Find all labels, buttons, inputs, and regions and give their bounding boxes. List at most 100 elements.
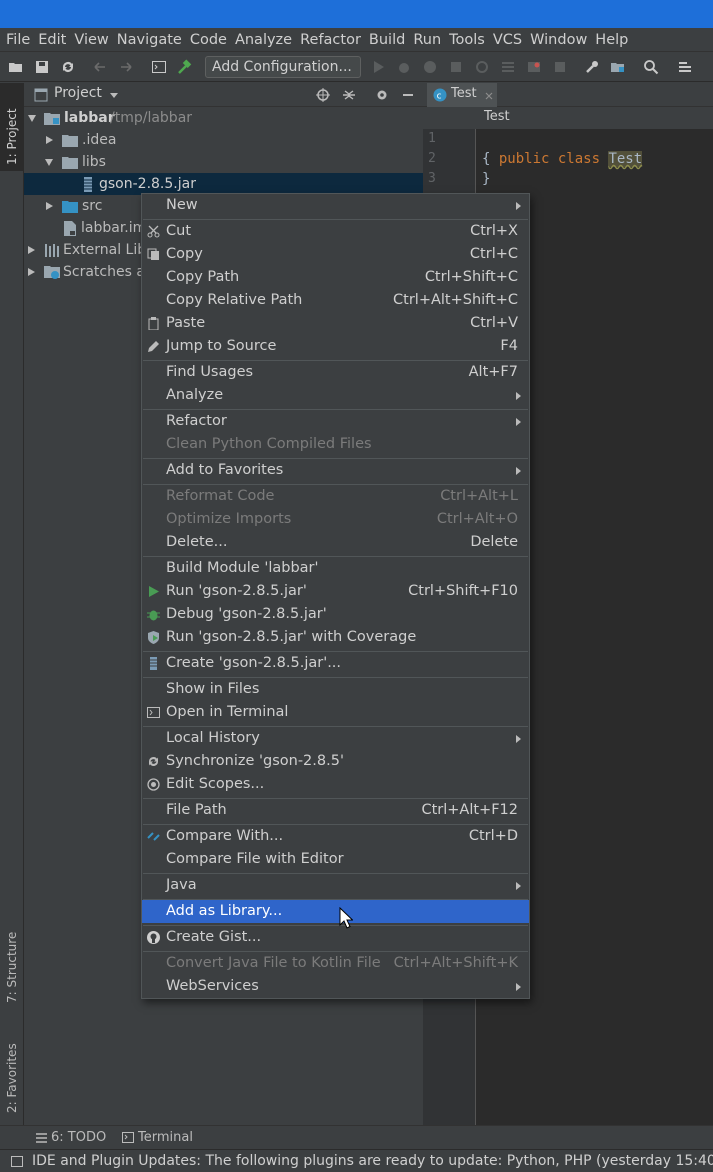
line-number: 2 <box>428 151 436 166</box>
menu-item-open-in-terminal[interactable]: Open in Terminal <box>142 701 529 724</box>
project-panel-header: Project <box>24 83 423 107</box>
collapsed-arrow-icon[interactable] <box>28 246 35 254</box>
sync-icon <box>149 757 158 766</box>
search-icon[interactable] <box>643 59 659 75</box>
stop-icon[interactable] <box>552 59 568 75</box>
build-hammer-icon[interactable] <box>177 59 193 75</box>
menu-window[interactable]: Window <box>526 28 591 52</box>
debug-icon[interactable] <box>396 59 412 75</box>
menu-item-debug[interactable]: Debug 'gson-2.8.5.jar' <box>142 603 529 626</box>
editor-tab-test[interactable]: c Test <box>427 83 497 107</box>
menu-file[interactable]: File <box>2 28 34 52</box>
project-tool-tab[interactable]: 1: Project <box>0 83 24 171</box>
menu-item-webservices[interactable]: WebServices <box>142 975 529 998</box>
menu-item-java[interactable]: Java <box>142 874 529 897</box>
menu-item-jump-to-source[interactable]: Jump to Source F4 <box>142 335 529 358</box>
toggle-tool-windows-icon[interactable] <box>11 1156 23 1167</box>
menu-item-copy[interactable]: Copy Ctrl+C <box>142 243 529 266</box>
menu-help[interactable]: Help <box>591 28 632 52</box>
close-icon[interactable] <box>485 92 493 100</box>
clipboard-icon <box>148 317 159 330</box>
locate-target-icon[interactable] <box>316 88 330 102</box>
menu-item-new[interactable]: New <box>142 194 529 217</box>
chevron-down-icon[interactable] <box>110 93 118 98</box>
forward-icon[interactable] <box>118 59 134 75</box>
menu-item-compare-file-with-editor[interactable]: Compare File with Editor <box>142 848 529 871</box>
terminal-tool-tab[interactable]: Terminal <box>138 1130 193 1145</box>
menu-item-analyze[interactable]: Analyze <box>142 384 529 407</box>
project-panel-title[interactable]: Project <box>54 85 102 101</box>
menu-item-paste[interactable]: Paste Ctrl+V <box>142 312 529 335</box>
open-folder-icon[interactable] <box>8 59 24 75</box>
run-icon[interactable] <box>370 59 386 75</box>
tree-item-labbar[interactable]: labbar /tmp/labbar <box>24 107 423 129</box>
settings-wrench-icon[interactable] <box>584 59 600 75</box>
menu-tools[interactable]: Tools <box>445 28 489 52</box>
profile-icon[interactable] <box>448 59 464 75</box>
expanded-arrow-icon[interactable] <box>28 115 36 122</box>
gear-icon[interactable] <box>375 88 389 102</box>
menu-item-refactor[interactable]: Refactor <box>142 410 529 433</box>
menu-item-edit-scopes[interactable]: Edit Scopes... <box>142 773 529 796</box>
collapsed-arrow-icon[interactable] <box>28 268 35 276</box>
run-icon <box>149 586 159 597</box>
menu-item-run-with-coverage[interactable]: Run 'gson-2.8.5.jar' with Coverage <box>142 626 529 649</box>
coverage-icon[interactable] <box>422 59 438 75</box>
todo-tool-tab[interactable]: 6: TODO <box>51 1130 106 1145</box>
window-title-bar <box>0 0 713 28</box>
menu-item-delete[interactable]: Delete... Delete <box>142 531 529 554</box>
menu-item-file-path[interactable]: File Path Ctrl+Alt+F12 <box>142 799 529 822</box>
menu-item-build-module[interactable]: Build Module 'labbar' <box>142 557 529 580</box>
menu-code[interactable]: Code <box>186 28 231 52</box>
code-line-1[interactable]: public class Test <box>482 129 643 169</box>
tree-item-idea[interactable]: .idea <box>24 129 423 151</box>
collapsed-arrow-icon[interactable] <box>46 202 53 210</box>
menu-item-local-history[interactable]: Local History <box>142 727 529 750</box>
menu-item-find-usages[interactable]: Find Usages Alt+F7 <box>142 361 529 384</box>
project-view-icon <box>34 88 48 102</box>
structure-tool-tab[interactable]: 7: Structure <box>0 915 24 1005</box>
menu-navigate[interactable]: Navigate <box>113 28 186 52</box>
folder-icon <box>62 135 78 147</box>
collapsed-arrow-icon[interactable] <box>46 136 53 144</box>
sync-icon[interactable] <box>60 59 76 75</box>
java-class-icon: c <box>433 88 447 102</box>
menu-item-add-to-favorites[interactable]: Add to Favorites <box>142 459 529 482</box>
concurrency-icon[interactable] <box>500 59 516 75</box>
event-log-icon[interactable] <box>677 59 693 75</box>
attach-icon[interactable] <box>474 59 490 75</box>
rerun-icon[interactable] <box>526 59 542 75</box>
terminal-window-icon[interactable] <box>151 59 167 75</box>
menu-item-compare-with[interactable]: Compare With... Ctrl+D <box>142 825 529 848</box>
project-structure-icon[interactable] <box>610 59 626 75</box>
add-configuration-button[interactable]: Add Configuration... <box>205 56 361 78</box>
back-icon[interactable] <box>92 59 108 75</box>
collapse-all-icon[interactable] <box>342 88 356 102</box>
menu-refactor[interactable]: Refactor <box>296 28 365 52</box>
tree-item-libs[interactable]: libs <box>24 151 423 173</box>
menu-vcs[interactable]: VCS <box>489 28 526 52</box>
menu-build[interactable]: Build <box>365 28 409 52</box>
menu-analyze[interactable]: Analyze <box>231 28 296 52</box>
minimize-icon[interactable] <box>401 88 415 102</box>
menu-item-create-configuration[interactable]: Create 'gson-2.8.5.jar'... <box>142 652 529 675</box>
menu-item-copy-relative-path[interactable]: Copy Relative Path Ctrl+Alt+Shift+C <box>142 289 529 312</box>
status-message[interactable]: IDE and Plugin Updates: The following pl… <box>32 1150 713 1172</box>
menu-item-add-as-library[interactable]: Add as Library... <box>142 900 529 923</box>
menu-item-cut[interactable]: Cut Ctrl+X <box>142 220 529 243</box>
save-icon[interactable] <box>34 59 50 75</box>
favorites-tool-tab[interactable]: 2: Favorites <box>0 1023 24 1113</box>
menu-item-copy-path[interactable]: Copy Path Ctrl+Shift+C <box>142 266 529 289</box>
menu-item-synchronize[interactable]: Synchronize 'gson-2.8.5' <box>142 750 529 773</box>
menu-run[interactable]: Run <box>409 28 445 52</box>
menu-edit[interactable]: Edit <box>34 28 70 52</box>
tree-item-gson-jar[interactable]: gson-2.8.5.jar <box>24 173 423 195</box>
menu-item-run[interactable]: Run 'gson-2.8.5.jar' Ctrl+Shift+F10 <box>142 580 529 603</box>
menu-view[interactable]: View <box>70 28 112 52</box>
menu-item-show-in-files[interactable]: Show in Files <box>142 678 529 701</box>
context-menu: New Cut Ctrl+X Copy Ctrl+C Copy Path Ctrl+S… <box>141 193 530 999</box>
code-line-2[interactable]: { <box>482 149 490 169</box>
expanded-arrow-icon[interactable] <box>45 159 53 166</box>
code-line-3[interactable]: } <box>482 169 490 189</box>
menu-item-create-gist[interactable]: Create Gist... <box>142 926 529 949</box>
